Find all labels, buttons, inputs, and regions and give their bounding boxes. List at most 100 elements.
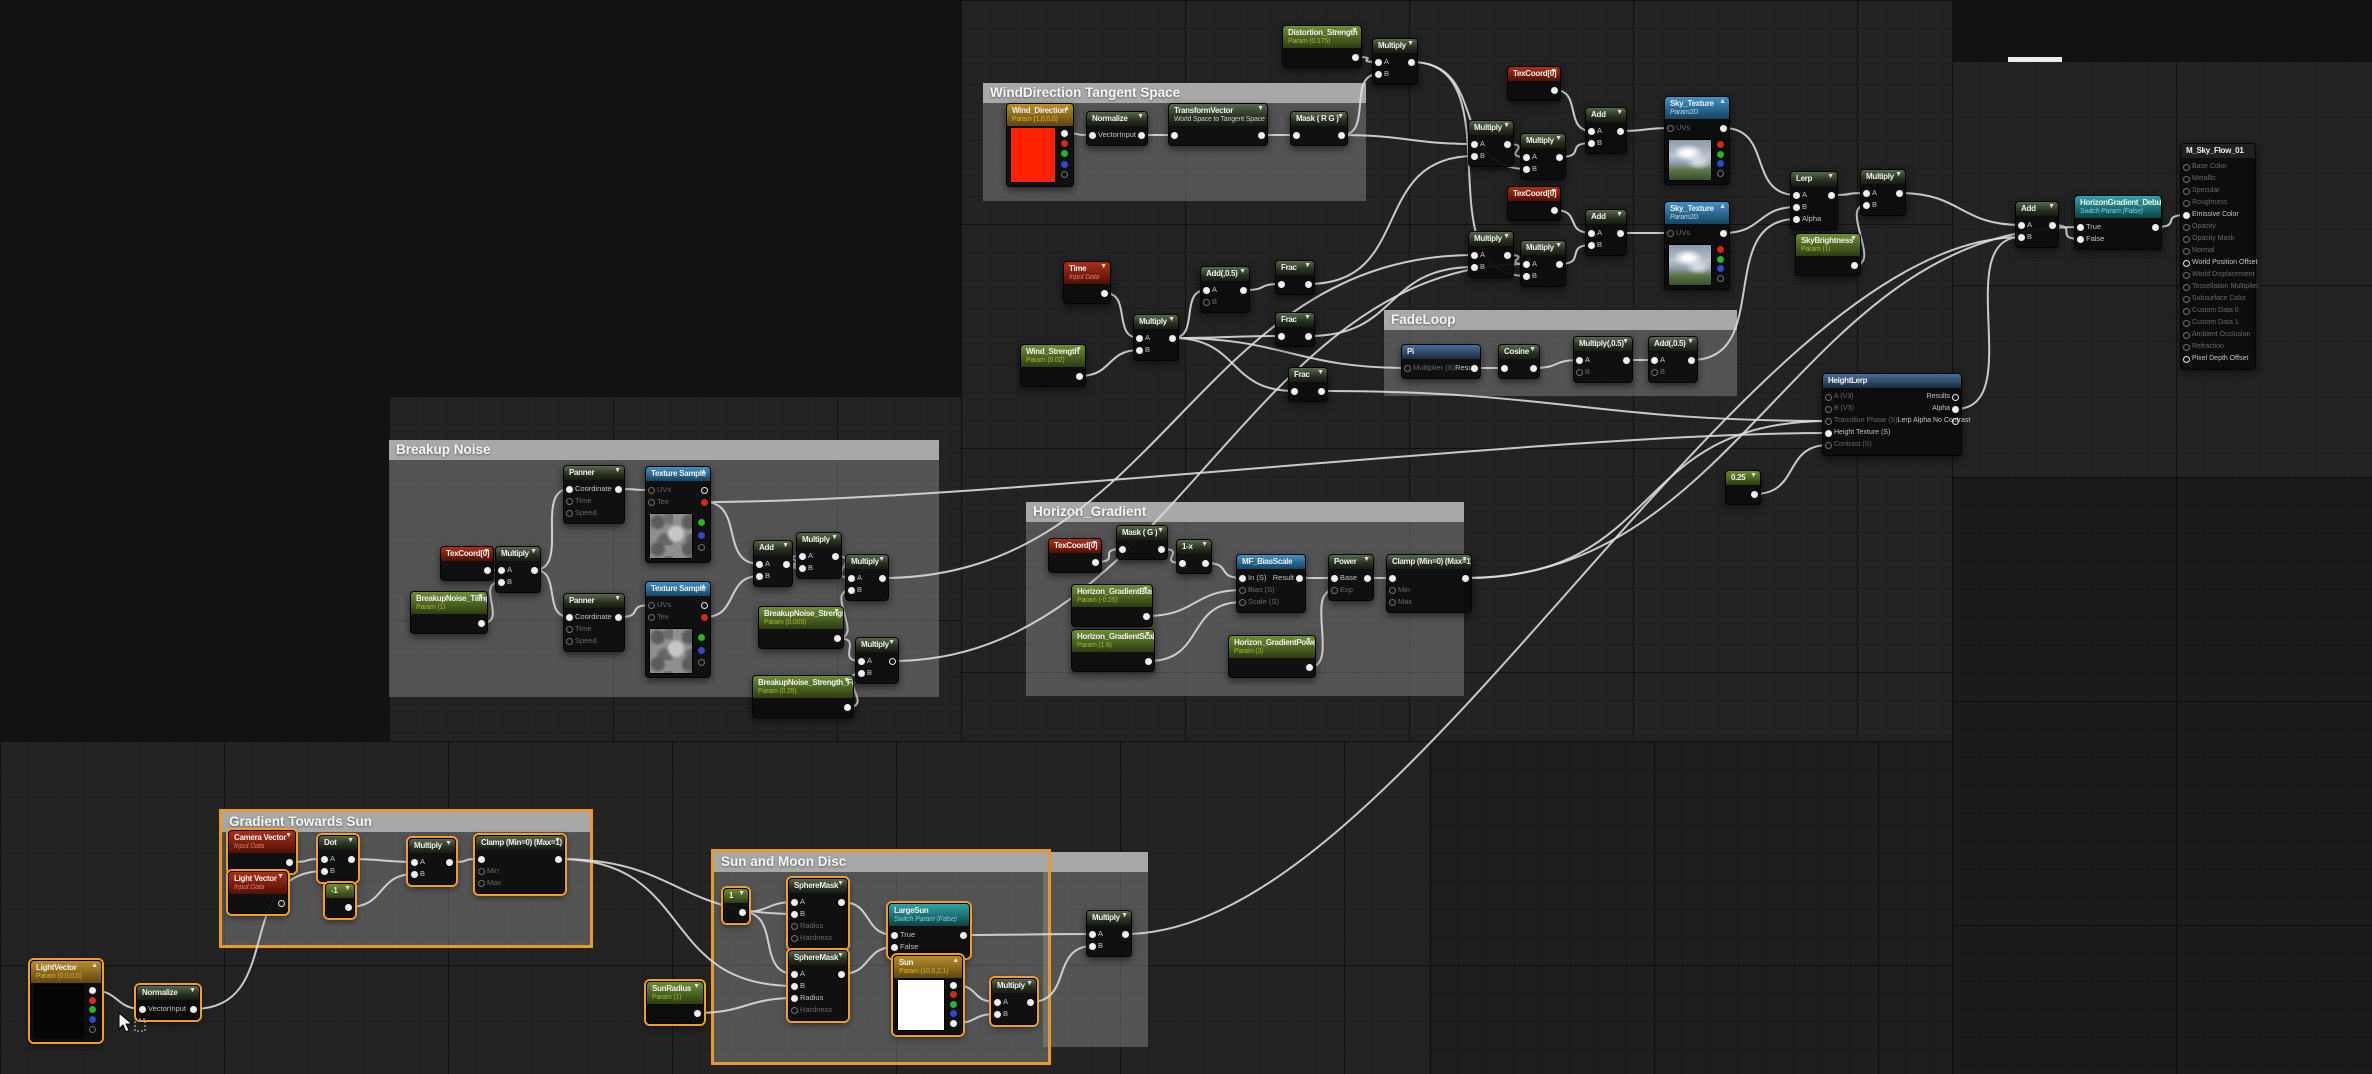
- texture-sample-1-header[interactable]: Texture Sample▲: [646, 467, 710, 481]
- pin-o0[interactable]: [1530, 365, 1537, 372]
- pin-i0[interactable]: [1588, 128, 1595, 135]
- pin-o1[interactable]: [701, 614, 708, 621]
- pin-i0[interactable]: [1203, 287, 1210, 294]
- pin-i1[interactable]: [498, 579, 505, 586]
- horizon-gradientpower-header[interactable]: Horizon_GradientPowerParam (3)▼: [1229, 636, 1315, 658]
- const-1[interactable]: 1▼: [723, 888, 749, 923]
- texcoord-c[interactable]: TexCoord[0]▼: [440, 546, 494, 581]
- mask-g-header[interactable]: Mask ( G )▼: [1117, 526, 1167, 540]
- pin-i6[interactable]: [2183, 236, 2190, 243]
- pin-i0[interactable]: [1523, 261, 1530, 268]
- wind-strength-collapse-icon[interactable]: ▼: [1075, 346, 1082, 353]
- pin-i14[interactable]: [2183, 332, 2190, 339]
- pin-i1[interactable]: [994, 1011, 1001, 1018]
- pin-p2[interactable]: [1717, 265, 1724, 272]
- pin-i2[interactable]: [1793, 216, 1800, 223]
- const-1-collapse-icon[interactable]: ▼: [738, 890, 745, 897]
- multiply-c-header[interactable]: Multiply▼: [1521, 134, 1565, 148]
- pin-i1[interactable]: [1375, 71, 1382, 78]
- lightvector-param[interactable]: LightVectorParam (0,0,0,0)▲: [30, 960, 102, 1042]
- normalize[interactable]: Normalize▼VectorInput: [1086, 111, 1148, 146]
- add-a[interactable]: Add▼AB: [1585, 107, 1627, 154]
- pin-o0[interactable]: [1828, 192, 1835, 199]
- frac-3-header[interactable]: Frac▼: [1289, 368, 1327, 382]
- pin-o0[interactable]: [1896, 190, 1903, 197]
- pin-o0[interactable]: [1471, 365, 1478, 372]
- dot-header[interactable]: Dot▼: [319, 836, 357, 850]
- add-05-a-header[interactable]: Add(,0.5)▼: [1201, 267, 1249, 281]
- pin-i3[interactable]: [1825, 430, 1832, 437]
- add-05-b-header[interactable]: Add(,0.5)▼: [1649, 337, 1697, 351]
- pin-i0[interactable]: [1278, 333, 1285, 340]
- pin-i1[interactable]: [791, 983, 798, 990]
- cosine-header[interactable]: Cosine▼: [1499, 345, 1539, 359]
- breakupnoise-strength-fade-collapse-icon[interactable]: ▼: [843, 677, 850, 684]
- panner-1-collapse-icon[interactable]: ▼: [614, 467, 621, 474]
- pin-i1[interactable]: [566, 626, 573, 633]
- pin-o0[interactable]: [1504, 141, 1511, 148]
- normalize-collapse-icon[interactable]: ▼: [1137, 113, 1144, 120]
- pin-i0[interactable]: [2077, 224, 2084, 231]
- horizon-gradientbias-collapse-icon[interactable]: ▼: [1142, 586, 1149, 593]
- clamp-b[interactable]: Clamp (Min=0) (Max=1)▼MinMax: [475, 835, 565, 894]
- multiply-k[interactable]: Multiply▼AB: [855, 637, 899, 684]
- multiply-m[interactable]: Multiply▼AB: [408, 838, 456, 885]
- pin-i0[interactable]: [1179, 560, 1186, 567]
- pin-i1[interactable]: [799, 565, 806, 572]
- clamp-b-collapse-icon[interactable]: ▼: [554, 837, 561, 844]
- pi[interactable]: PiMultiplier (S)Result: [1401, 344, 1481, 379]
- transform-vector-header[interactable]: TransformVectorWorld Space to Tangent Sp…: [1169, 104, 1267, 126]
- pin-i0[interactable]: [648, 602, 655, 609]
- pin-p2[interactable]: [950, 1001, 957, 1008]
- pin-o0[interactable]: [838, 899, 845, 906]
- pin-o0[interactable]: [844, 704, 851, 711]
- cosine-collapse-icon[interactable]: ▼: [1529, 346, 1536, 353]
- add-a-header[interactable]: Add▼: [1586, 108, 1626, 122]
- sky-texture-2-header[interactable]: Sky_TextureParam2D▲: [1665, 202, 1729, 224]
- normalize-b-header[interactable]: Normalize▼: [137, 986, 199, 1000]
- multiply-a[interactable]: Multiply▼AB: [1372, 38, 1418, 85]
- pin-i1[interactable]: [1203, 299, 1210, 306]
- distortion-strength-header[interactable]: Distortion_StrengthParam (0.175)▼: [1283, 26, 1361, 48]
- multiply-m-header[interactable]: Multiply▼: [409, 839, 455, 853]
- sky-texture-2-collapse-icon[interactable]: ▲: [1719, 203, 1726, 210]
- const-0-25-header[interactable]: 0.25▼: [1726, 471, 1760, 485]
- sky-texture-2[interactable]: Sky_TextureParam2D▲UVs: [1664, 201, 1730, 290]
- add-d[interactable]: Add▼AB: [753, 540, 793, 587]
- pin-o0[interactable]: [345, 904, 352, 911]
- multiply-c-collapse-icon[interactable]: ▼: [1555, 135, 1562, 142]
- pin-i0[interactable]: [411, 859, 418, 866]
- pin-p4[interactable]: [950, 1020, 957, 1027]
- add-b-collapse-icon[interactable]: ▼: [1616, 211, 1623, 218]
- add-d-collapse-icon[interactable]: ▼: [782, 542, 789, 549]
- pin-o0[interactable]: [1305, 333, 1312, 340]
- skybrightness[interactable]: SkyBrightnessParam (1)▼: [1795, 233, 1861, 276]
- pin-o1[interactable]: [701, 499, 708, 506]
- multiply-i-header[interactable]: Multiply▼: [797, 533, 841, 547]
- pin-i0[interactable]: [498, 567, 505, 574]
- multiply-k-header[interactable]: Multiply▼: [856, 638, 898, 652]
- lightvector-param-header[interactable]: LightVectorParam (0,0,0,0)▲: [31, 961, 101, 983]
- pin-i0[interactable]: [1136, 335, 1143, 342]
- pin-i0[interactable]: [1667, 230, 1674, 237]
- multiply-f-header[interactable]: Multiply▼: [1861, 170, 1905, 184]
- texcoord-a-header[interactable]: TexCoord[0]▼: [1508, 67, 1560, 81]
- multiply-b-collapse-icon[interactable]: ▼: [1503, 122, 1510, 129]
- pin-p3[interactable]: [950, 1010, 957, 1017]
- material-node-graph[interactable]: WindDirection Tangent SpaceFadeLoopBreak…: [0, 0, 2372, 1074]
- mask-rg[interactable]: Mask ( R G )▼: [1290, 111, 1348, 146]
- wind-direction-collapse-icon[interactable]: ▲: [1063, 105, 1070, 112]
- pin-i2[interactable]: [791, 923, 798, 930]
- clamp-a-header[interactable]: Clamp (Min=0) (Max=1)▼: [1387, 555, 1471, 569]
- multiply-m-collapse-icon[interactable]: ▼: [445, 840, 452, 847]
- pin-i1[interactable]: [1523, 273, 1530, 280]
- texcoord-b-collapse-icon[interactable]: ▼: [1550, 188, 1557, 195]
- pin-p2[interactable]: [698, 544, 705, 551]
- horizon-gradientpower[interactable]: Horizon_GradientPowerParam (3)▼: [1228, 635, 1316, 678]
- pin-o0[interactable]: [1462, 575, 1469, 582]
- pin-o1[interactable]: [1952, 406, 1959, 413]
- pin-p3[interactable]: [1717, 275, 1724, 282]
- texcoord-b-header[interactable]: TexCoord[0]▼: [1508, 187, 1560, 201]
- pin-o2[interactable]: [1952, 418, 1959, 425]
- pin-i0[interactable]: [2018, 222, 2025, 229]
